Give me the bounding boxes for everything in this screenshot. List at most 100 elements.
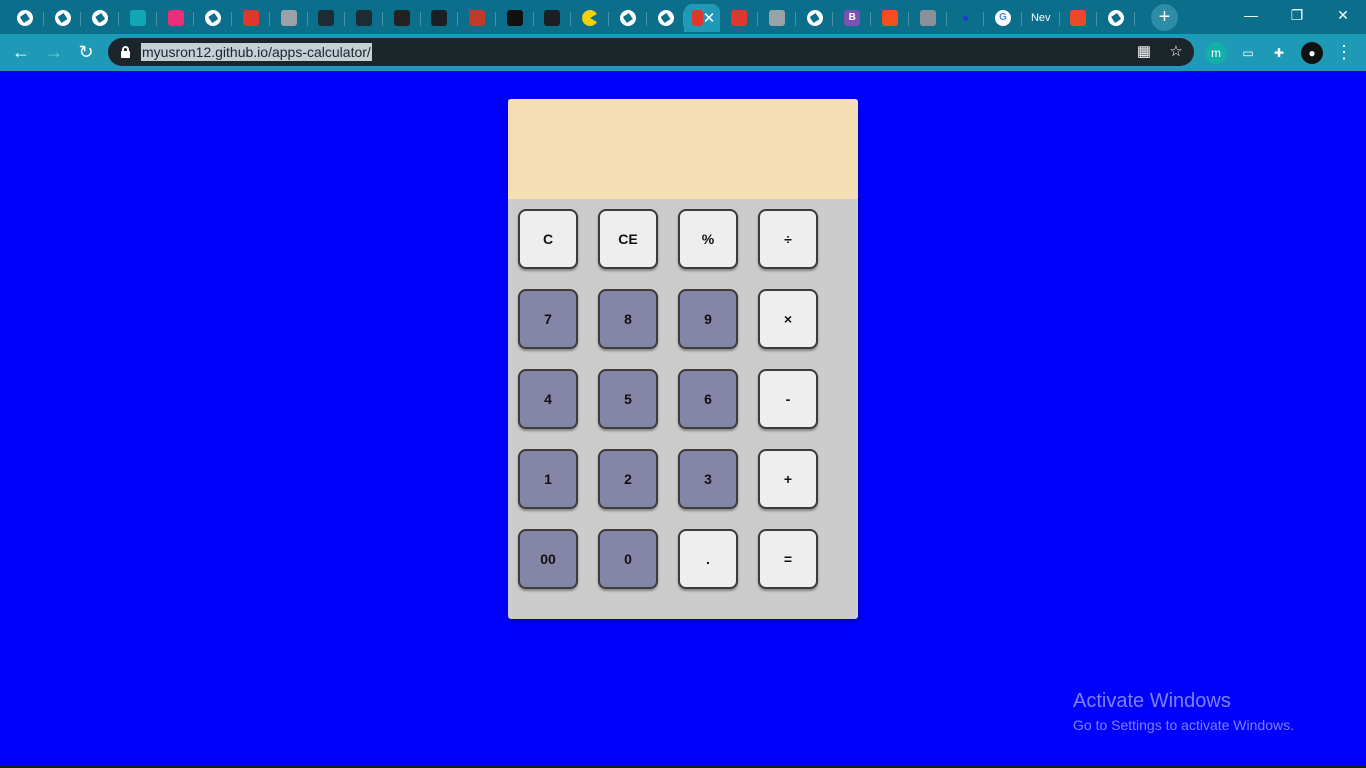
browser-menu-icon[interactable]: ⋮	[1331, 40, 1357, 66]
browser-tab[interactable]	[1060, 4, 1098, 32]
m-extension-icon[interactable]: m	[1205, 42, 1227, 64]
watermark-title: Activate Windows	[1073, 690, 1231, 712]
browser-tab[interactable]	[44, 4, 82, 32]
back-button[interactable]: ←	[8, 40, 34, 66]
flame-logo-icon	[242, 10, 259, 26]
close-window-button[interactable]: ✕	[1320, 0, 1366, 32]
address-bar[interactable]: myusron12.github.io/apps-calculator/ ▦ ☆	[108, 38, 1194, 66]
reload-button[interactable]: ↻	[73, 40, 99, 66]
dot-icon	[962, 15, 968, 21]
browser-tab[interactable]	[345, 4, 383, 32]
browser-tab[interactable]: G	[984, 4, 1022, 32]
browser-tab[interactable]	[421, 4, 459, 32]
digit-0-button[interactable]: 0	[598, 529, 658, 589]
browser-tab[interactable]: ✕	[684, 4, 721, 32]
browser-tab[interactable]	[157, 4, 195, 32]
browser-tab[interactable]	[796, 4, 834, 32]
orange-logo-icon	[1070, 10, 1087, 26]
forward-button[interactable]: →	[41, 40, 67, 66]
clear-entry-button[interactable]: CE	[598, 209, 658, 269]
subtract-button[interactable]: -	[758, 369, 818, 429]
clear-button[interactable]: C	[518, 209, 578, 269]
teal-square-icon	[129, 10, 146, 26]
globe-icon	[806, 10, 823, 26]
browser-tab[interactable]	[308, 4, 346, 32]
globe-icon	[92, 10, 109, 26]
cube-logo-icon	[506, 10, 523, 26]
globe-icon	[657, 10, 674, 26]
activate-windows-watermark: Activate Windows Go to Settings to activ…	[1073, 689, 1294, 734]
globe-icon	[54, 10, 71, 26]
url-text[interactable]: myusron12.github.io/apps-calculator/	[141, 43, 372, 61]
calculator-display	[508, 99, 858, 199]
browser-tab[interactable]	[81, 4, 119, 32]
browser-tab[interactable]	[458, 4, 496, 32]
browser-tab[interactable]	[571, 4, 609, 32]
browser-tab[interactable]	[758, 4, 796, 32]
digit-5-button[interactable]: 5	[598, 369, 658, 429]
close-tab-icon[interactable]: ✕	[703, 11, 716, 26]
browser-tab[interactable]	[909, 4, 947, 32]
github-icon	[431, 10, 448, 26]
digit-2-button[interactable]: 2	[598, 449, 658, 509]
pink-logo-icon	[167, 10, 184, 26]
add-button[interactable]: +	[758, 449, 818, 509]
watermark-subtitle: Go to Settings to activate Windows.	[1073, 717, 1294, 733]
new-tab-button[interactable]: +	[1151, 4, 1178, 31]
browser-tab[interactable]	[232, 4, 270, 32]
browser-tab[interactable]	[1097, 4, 1135, 32]
tab-list: ✕ B G Nev	[6, 4, 1135, 32]
digit-8-button[interactable]: 8	[598, 289, 658, 349]
lock-icon[interactable]	[121, 46, 130, 58]
browser-tab[interactable]: Nev	[1022, 4, 1060, 32]
browser-tab[interactable]	[119, 4, 157, 32]
browser-tab[interactable]	[871, 4, 909, 32]
multiply-button[interactable]: ×	[758, 289, 818, 349]
bars-logo-icon	[469, 10, 486, 26]
browser-tab[interactable]	[496, 4, 534, 32]
equals-button[interactable]: =	[758, 529, 818, 589]
minimize-button[interactable]: —	[1228, 0, 1274, 32]
globe-icon	[619, 10, 636, 26]
bootstrap-icon: B	[844, 10, 861, 26]
restore-button[interactable]: ❐	[1274, 0, 1320, 32]
flame-logo-icon	[731, 10, 748, 26]
browser-tab[interactable]	[6, 4, 44, 32]
calculator-keypad: C CE% ÷ 7 8 9 × 4 5 6-1 2 3 +00 0. =	[518, 209, 818, 589]
digit-4-button[interactable]: 4	[518, 369, 578, 429]
prism-icon	[318, 10, 335, 26]
calculator: C CE% ÷ 7 8 9 × 4 5 6-1 2 3 +00 0. =	[508, 99, 858, 619]
prism-icon	[356, 10, 373, 26]
browser-tab[interactable]	[947, 4, 985, 32]
digit-1-button[interactable]: 1	[518, 449, 578, 509]
digit-7-button[interactable]: 7	[518, 289, 578, 349]
grey-sphere-icon	[280, 10, 297, 26]
figma-icon	[881, 10, 898, 26]
digit-9-button[interactable]: 9	[678, 289, 738, 349]
browser-tab[interactable]	[534, 4, 572, 32]
double-zero-button[interactable]: 00	[518, 529, 578, 589]
browser-tab[interactable]	[647, 4, 685, 32]
bookmark-star-icon[interactable]: ☆	[1166, 42, 1186, 62]
browser-tab[interactable]: B	[833, 4, 871, 32]
browser-tab[interactable]	[270, 4, 308, 32]
stack-icon	[919, 10, 936, 26]
digit-3-button[interactable]: 3	[678, 449, 738, 509]
card-extension-icon[interactable]: ▭	[1237, 42, 1259, 64]
qr-code-icon[interactable]: ▦	[1134, 42, 1154, 62]
percent-button[interactable]: %	[678, 209, 738, 269]
digit-6-button[interactable]: 6	[678, 369, 738, 429]
puzzle-icon[interactable]: ✚	[1268, 42, 1290, 64]
profile-avatar-icon[interactable]: ●	[1301, 42, 1323, 64]
browser-tab[interactable]	[383, 4, 421, 32]
decimal-button[interactable]: .	[678, 529, 738, 589]
dark-badge-icon	[393, 10, 410, 26]
globe-icon	[1108, 10, 1125, 26]
browser-tab[interactable]	[194, 4, 232, 32]
browser-tab[interactable]	[720, 4, 758, 32]
browser-tab[interactable]	[609, 4, 647, 32]
globe-icon	[16, 10, 33, 26]
pacman-icon	[582, 10, 599, 26]
tab-strip: ✕ B G Nev + — ❐ ✕	[0, 0, 1366, 34]
divide-button[interactable]: ÷	[758, 209, 818, 269]
